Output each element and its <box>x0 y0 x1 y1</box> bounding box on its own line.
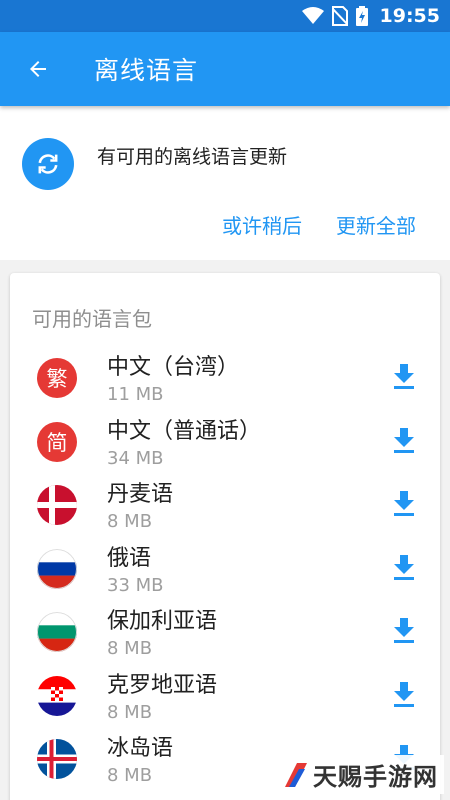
language-size: 8 MB <box>107 701 153 723</box>
language-size: 11 MB <box>107 384 164 405</box>
download-icon <box>394 491 414 516</box>
download-icon <box>394 364 414 389</box>
update-card: 有可用的离线语言更新 或许稍后 更新全部 <box>0 106 450 260</box>
status-time: 19:55 <box>379 5 440 27</box>
page-title: 离线语言 <box>94 56 199 85</box>
download-icon <box>394 554 414 580</box>
wifi-icon <box>301 7 324 24</box>
no-sim-icon <box>331 6 348 26</box>
language-row[interactable]: 保加利亚语 8 MB <box>10 599 440 663</box>
language-name: 保加利亚语 <box>107 609 218 634</box>
section-title: 可用的语言包 <box>32 307 152 331</box>
language-name: 丹麦语 <box>107 482 174 507</box>
status-bar: 19:55 <box>0 0 450 32</box>
language-row[interactable]: 丹麦语 8 MB <box>10 472 440 536</box>
simplified-chinese-icon: 简 <box>37 421 77 462</box>
update-all-button[interactable]: 更新全部 <box>336 210 416 239</box>
download-button[interactable] <box>388 361 420 393</box>
language-name: 克罗地亚语 <box>107 672 218 698</box>
download-button[interactable] <box>388 425 420 457</box>
iceland-flag-icon <box>37 739 77 779</box>
language-pack-card: 可用的语言包 繁 中文（台湾） 11 MB 简 中文（普通话） 34 MB 丹麦… <box>10 273 440 800</box>
language-row[interactable]: 俄语 33 MB <box>10 536 440 600</box>
update-message: 有可用的离线语言更新 <box>97 146 288 168</box>
download-icon <box>394 618 414 643</box>
download-icon <box>394 427 414 453</box>
language-name: 俄语 <box>107 545 152 571</box>
russia-flag-icon <box>37 548 77 589</box>
later-button[interactable]: 或许稍后 <box>222 210 302 239</box>
language-size: 8 MB <box>107 511 153 532</box>
croatia-flag-icon <box>37 675 77 716</box>
language-name: 冰岛语 <box>107 736 174 761</box>
watermark-text: 天赐手游网 <box>313 763 438 791</box>
language-list: 繁 中文（台湾） 11 MB 简 中文（普通话） 34 MB 丹麦语 8 MB <box>10 345 440 790</box>
download-button[interactable] <box>388 488 420 520</box>
language-size: 8 MB <box>107 638 153 659</box>
language-row[interactable]: 简 中文（普通话） 34 MB <box>10 409 440 473</box>
language-size: 33 MB <box>107 574 164 596</box>
traditional-chinese-icon: 繁 <box>37 358 77 398</box>
language-row[interactable]: 繁 中文（台湾） 11 MB <box>10 345 440 409</box>
sync-icon <box>38 154 58 174</box>
back-button[interactable] <box>10 41 66 97</box>
arrow-back-icon <box>30 61 46 77</box>
watermark: 天赐手游网 <box>277 755 444 794</box>
battery-charging-icon <box>355 6 368 26</box>
language-row[interactable]: 克罗地亚语 8 MB <box>10 663 440 727</box>
bulgaria-flag-icon <box>37 612 77 652</box>
download-button[interactable] <box>388 679 420 711</box>
update-actions: 或许稍后 更新全部 <box>222 210 416 239</box>
download-button[interactable] <box>388 615 420 647</box>
download-button[interactable] <box>388 552 420 584</box>
denmark-flag-icon <box>37 485 77 525</box>
language-name: 中文（台湾） <box>107 355 240 380</box>
language-size: 34 MB <box>107 447 164 469</box>
sync-badge <box>22 138 74 190</box>
app-bar: 离线语言 <box>0 32 450 106</box>
language-name: 中文（普通话） <box>107 418 262 444</box>
language-size: 8 MB <box>107 765 153 786</box>
download-icon <box>394 681 414 707</box>
watermark-logo-icon <box>285 762 307 787</box>
